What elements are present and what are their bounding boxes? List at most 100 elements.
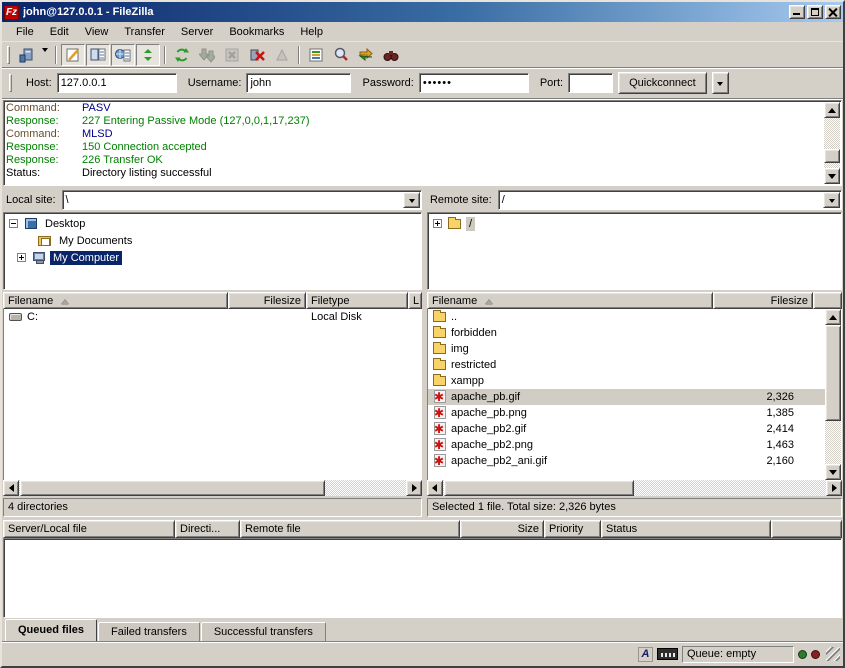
tab-failed-transfers[interactable]: Failed transfers xyxy=(98,622,200,641)
remote-file-row[interactable]: apache_pb2.gif 2,414 xyxy=(428,421,825,437)
quickconnect-grip[interactable] xyxy=(9,74,12,92)
menu-server[interactable]: Server xyxy=(173,24,221,40)
toolbar-grip[interactable] xyxy=(7,46,10,64)
menu-edit[interactable]: Edit xyxy=(42,24,77,40)
site-manager-button[interactable] xyxy=(14,44,38,66)
refresh-button[interactable] xyxy=(170,44,194,66)
remote-horizontal-scrollbar[interactable] xyxy=(427,480,842,496)
toggle-queue-view-button[interactable] xyxy=(136,44,160,66)
maximize-button[interactable] xyxy=(807,5,823,19)
queue-list-empty[interactable] xyxy=(3,538,842,618)
column-header-size[interactable]: Size xyxy=(460,520,544,538)
column-header-server-local-file[interactable]: Server/Local file xyxy=(3,520,175,538)
scroll-up-button[interactable] xyxy=(824,102,840,118)
tab-successful-transfers[interactable]: Successful transfers xyxy=(201,622,326,641)
toggle-log-view-button[interactable] xyxy=(61,44,85,66)
remote-file-row[interactable]: .. xyxy=(428,309,825,325)
column-header-filetype[interactable]: Filetype xyxy=(306,292,408,309)
filter-button[interactable] xyxy=(304,44,328,66)
toggle-local-tree-button[interactable] xyxy=(86,44,110,66)
password-input[interactable] xyxy=(419,73,529,93)
quickconnect-button[interactable]: Quickconnect xyxy=(618,72,707,94)
scroll-thumb[interactable] xyxy=(825,325,841,421)
menu-transfer[interactable]: Transfer xyxy=(116,24,173,40)
column-header-filename[interactable]: Filename xyxy=(3,292,228,309)
speed-limit-indicator-icon[interactable] xyxy=(657,648,678,660)
collapse-icon[interactable] xyxy=(9,219,18,228)
remote-file-row[interactable]: apache_pb.png 1,385 xyxy=(428,405,825,421)
log-line: Status:Directory listing successful xyxy=(6,167,839,180)
remote-file-row[interactable]: apache_pb2.png 1,463 xyxy=(428,437,825,453)
scroll-left-button[interactable] xyxy=(427,480,443,496)
scroll-thumb[interactable] xyxy=(444,480,634,496)
log-vertical-scrollbar[interactable] xyxy=(824,102,840,184)
local-file-row[interactable]: C: Local Disk xyxy=(4,309,421,325)
minimize-icon xyxy=(793,13,800,15)
titlebar[interactable]: Fz john@127.0.0.1 - FileZilla xyxy=(2,2,843,22)
remote-file-row[interactable]: apache_pb2_ani.gif 2,160 xyxy=(428,453,825,469)
remote-site-dropdown-button[interactable] xyxy=(823,192,840,208)
maximize-icon xyxy=(811,8,819,16)
site-manager-icon xyxy=(18,47,34,63)
expand-icon[interactable] xyxy=(433,219,442,228)
process-queue-button[interactable] xyxy=(195,44,219,66)
synchronized-browsing-button[interactable] xyxy=(354,44,378,66)
username-input[interactable] xyxy=(246,73,351,93)
tree-item-root[interactable]: / xyxy=(430,215,841,232)
tab-queued-files[interactable]: Queued files xyxy=(5,619,97,641)
scroll-thumb[interactable] xyxy=(20,480,325,496)
directory-comparison-button[interactable] xyxy=(329,44,353,66)
close-button[interactable] xyxy=(825,5,841,19)
remote-vertical-scrollbar[interactable] xyxy=(825,309,841,480)
toolbar xyxy=(2,42,843,68)
filezilla-window: Fz john@127.0.0.1 - FileZilla File Edit … xyxy=(0,0,845,668)
port-input[interactable] xyxy=(568,73,613,93)
column-header-filesize[interactable]: Filesize xyxy=(713,292,813,309)
tree-item-my-computer[interactable]: My Computer xyxy=(6,249,421,266)
desktop-icon xyxy=(25,218,37,229)
column-header-filename[interactable]: Filename xyxy=(427,292,713,309)
column-header-filesize[interactable]: Filesize xyxy=(228,292,306,309)
remote-file-row[interactable]: restricted xyxy=(428,357,825,373)
quickconnect-dropdown[interactable] xyxy=(712,72,729,94)
scroll-right-button[interactable] xyxy=(826,480,842,496)
local-site-dropdown-button[interactable] xyxy=(403,192,420,208)
reconnect-button[interactable] xyxy=(270,44,294,66)
column-header-priority[interactable]: Priority xyxy=(544,520,601,538)
menu-view[interactable]: View xyxy=(77,24,117,40)
local-site-combobox[interactable]: \ xyxy=(62,190,422,210)
scroll-down-button[interactable] xyxy=(824,168,840,184)
scroll-left-button[interactable] xyxy=(3,480,19,496)
menu-bookmarks[interactable]: Bookmarks xyxy=(221,24,292,40)
expand-icon[interactable] xyxy=(17,253,26,262)
remote-file-row-selected[interactable]: apache_pb.gif 2,326 xyxy=(428,389,825,405)
menu-file[interactable]: File xyxy=(8,24,42,40)
site-manager-dropdown[interactable] xyxy=(39,44,51,66)
menu-help[interactable]: Help xyxy=(292,24,331,40)
remote-site-combobox[interactable]: / xyxy=(498,190,842,210)
column-header-status[interactable]: Status xyxy=(601,520,771,538)
column-header-direction[interactable]: Directi... xyxy=(175,520,240,538)
resize-grip[interactable] xyxy=(826,647,840,661)
cancel-button[interactable] xyxy=(220,44,244,66)
host-input[interactable] xyxy=(57,73,177,93)
remote-file-row[interactable]: forbidden xyxy=(428,325,825,341)
find-files-button[interactable] xyxy=(379,44,403,66)
column-header-remote-file[interactable]: Remote file xyxy=(240,520,460,538)
transfer-type-indicator-icon[interactable]: A xyxy=(638,647,653,662)
scroll-right-button[interactable] xyxy=(406,480,422,496)
minimize-button[interactable] xyxy=(789,5,805,19)
scroll-up-button[interactable] xyxy=(825,309,841,325)
scroll-down-button[interactable] xyxy=(825,464,841,480)
filezilla-logo-icon[interactable]: Fz xyxy=(4,5,19,20)
tree-item-desktop[interactable]: Desktop xyxy=(6,215,421,232)
disconnect-button[interactable] xyxy=(245,44,269,66)
scroll-thumb[interactable] xyxy=(824,149,840,163)
toggle-remote-tree-button[interactable] xyxy=(111,44,135,66)
column-header-last-modified[interactable]: L xyxy=(408,292,422,309)
toolbar-separator xyxy=(55,46,57,64)
remote-file-row[interactable]: xampp xyxy=(428,373,825,389)
tree-item-my-documents[interactable]: My Documents xyxy=(6,232,421,249)
remote-file-row[interactable]: img xyxy=(428,341,825,357)
local-horizontal-scrollbar[interactable] xyxy=(3,480,422,496)
